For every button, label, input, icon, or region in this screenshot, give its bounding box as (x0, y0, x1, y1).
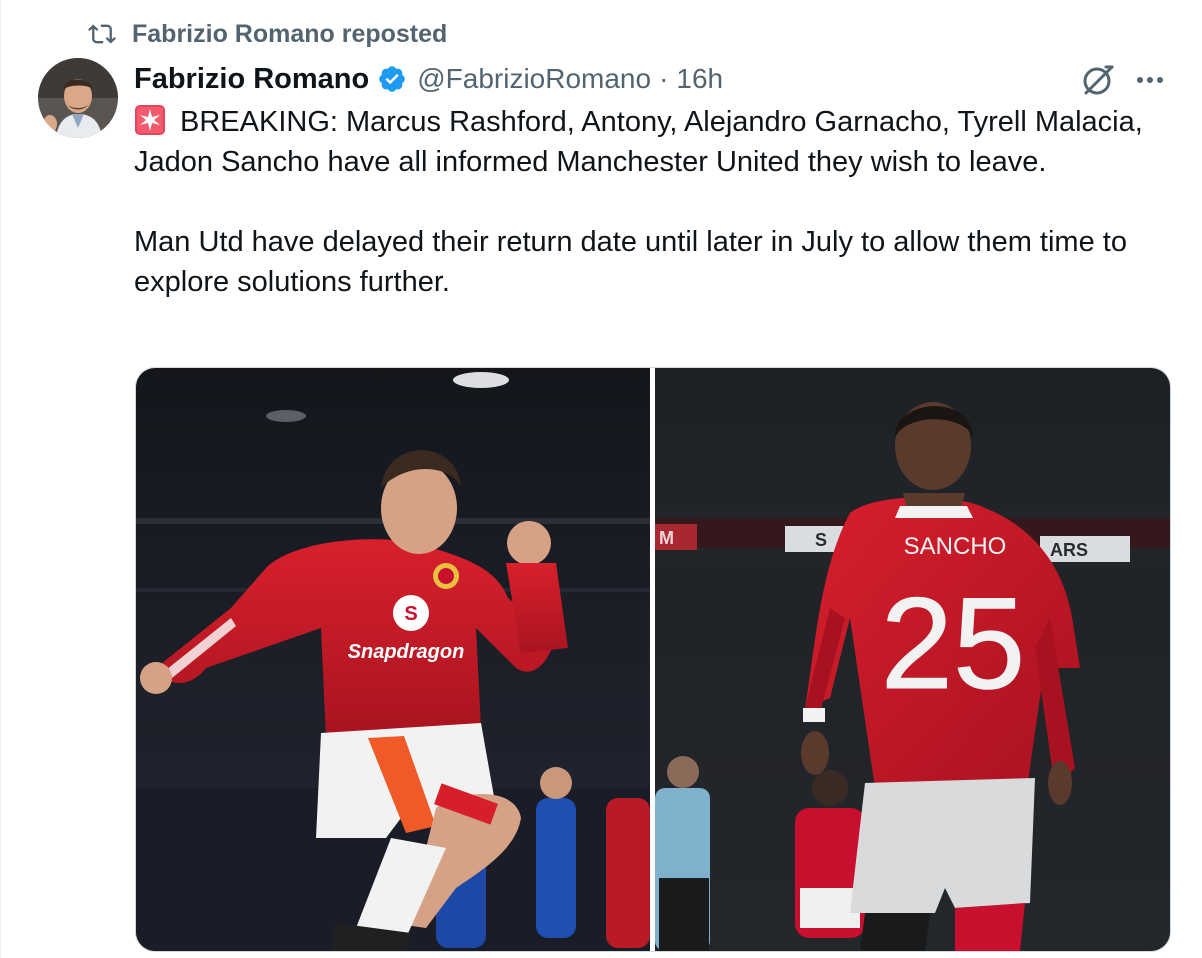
banner-mid: S (815, 530, 827, 550)
avatar[interactable] (38, 58, 118, 138)
svg-text:S: S (404, 603, 417, 625)
tweet-paragraph-1-text: BREAKING: Marcus Rashford, Antony, Aleja… (134, 106, 1143, 178)
shirt-name: SANCHO (904, 533, 1007, 560)
grok-icon[interactable] (1080, 62, 1116, 98)
shirt-number: 25 (881, 570, 1026, 716)
tweet-header: Fabrizio Romano @FabrizioRomano · 16h (134, 58, 723, 100)
banner-left: M (659, 528, 674, 548)
media-image-right[interactable]: M S ARS SANCHO 25 (655, 368, 1170, 951)
author-name[interactable]: Fabrizio Romano (134, 63, 369, 96)
more-options-icon[interactable] (1130, 62, 1170, 98)
timestamp[interactable]: 16h (676, 63, 723, 95)
siren-emoji-icon (134, 104, 166, 136)
verified-badge-icon[interactable] (377, 64, 407, 94)
banner-right: ARS (1050, 540, 1088, 560)
media-grid: S Snapdragon M S ARS SANCHO 25 (135, 367, 1171, 952)
repost-icon (88, 24, 116, 44)
tweet-paragraph-2: Man Utd have delayed their return date u… (134, 226, 1127, 298)
sponsor-text: Snapdragon (348, 641, 465, 663)
tweet-paragraph-1: BREAKING: Marcus Rashford, Antony, Aleja… (134, 102, 1174, 182)
author-handle[interactable]: @FabrizioRomano (417, 63, 651, 95)
tweet-text: BREAKING: Marcus Rashford, Antony, Aleja… (134, 102, 1174, 302)
media-image-left[interactable]: S Snapdragon (136, 368, 650, 951)
repost-indicator[interactable]: Fabrizio Romano reposted (86, 18, 447, 50)
timeline-border (0, 0, 1, 958)
separator-dot: · (659, 63, 669, 94)
repost-label: Fabrizio Romano reposted (132, 19, 448, 48)
